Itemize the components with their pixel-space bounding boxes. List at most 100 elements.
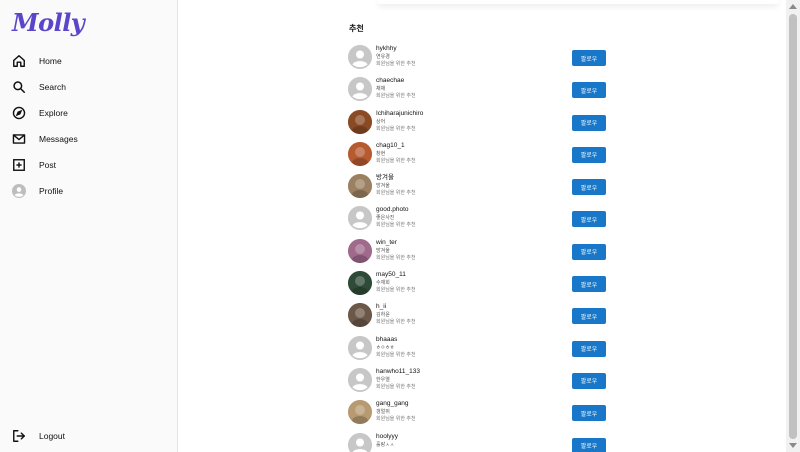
user-info: h_ii 김하윤 회원님을 위한 추천 bbox=[376, 303, 416, 326]
list-item: hykhhy 연유경 회원님을 위한 추천 팔로우 bbox=[348, 43, 608, 75]
avatar[interactable] bbox=[348, 367, 372, 392]
suggestion-reason: 회원님을 위한 추천 bbox=[376, 319, 416, 326]
avatar[interactable] bbox=[348, 77, 372, 102]
avatar[interactable] bbox=[348, 271, 372, 296]
display-name: 훌랑ㅅㅅ bbox=[376, 441, 395, 448]
username[interactable]: 방겨울 bbox=[376, 174, 416, 182]
sidebar: Molly Home Search Explore Messages Post … bbox=[0, 0, 178, 452]
list-item: bhaaas ㅎㅇㅎㅎ 회원님을 위한 추천 팔로우 bbox=[348, 334, 608, 366]
avatar[interactable] bbox=[348, 174, 372, 199]
sidebar-item-label: Search bbox=[39, 82, 66, 92]
sidebar-item-profile[interactable]: Profile bbox=[0, 178, 178, 204]
user-info: chag10_1 창현 회원님을 위한 추천 bbox=[376, 142, 416, 165]
list-item: chag10_1 창현 회원님을 위한 추천 팔로우 bbox=[348, 140, 608, 172]
plus-square-icon bbox=[12, 158, 26, 172]
username[interactable]: good.photo bbox=[376, 206, 416, 214]
follow-button[interactable]: 팔로우 bbox=[572, 437, 606, 452]
sidebar-item-messages[interactable]: Messages bbox=[0, 126, 178, 152]
list-item: Ichiharajunichiro 상어 회원님을 위한 추천 팔로우 bbox=[348, 108, 608, 140]
avatar[interactable] bbox=[348, 109, 372, 134]
follow-button[interactable]: 팔로우 bbox=[572, 82, 606, 99]
list-item: gang_gang 갱얼쥐 회원님을 위한 추천 팔로우 bbox=[348, 398, 608, 430]
list-item: hoolyyy 훌랑ㅅㅅ 팔로우 bbox=[348, 431, 608, 452]
suggestion-reason: 회원님을 위한 추천 bbox=[376, 222, 416, 229]
page-title: 추천 bbox=[349, 24, 364, 33]
follow-button[interactable]: 팔로우 bbox=[572, 243, 606, 260]
username[interactable]: chaechae bbox=[376, 77, 416, 85]
follow-button[interactable]: 팔로우 bbox=[572, 146, 606, 163]
sidebar-item-label: Logout bbox=[39, 431, 65, 441]
sidebar-nav: Home Search Explore Messages Post Profil… bbox=[0, 48, 178, 204]
scrollbar[interactable] bbox=[786, 0, 800, 452]
suggestion-reason: 회원님을 위한 추천 bbox=[376, 190, 416, 197]
avatar[interactable] bbox=[348, 141, 372, 166]
sidebar-item-search[interactable]: Search bbox=[0, 74, 178, 100]
compass-icon bbox=[12, 106, 26, 120]
display-name: 방겨울 bbox=[376, 247, 390, 254]
sidebar-item-label: Post bbox=[39, 160, 57, 170]
app-logo[interactable]: Molly bbox=[12, 8, 85, 37]
sidebar-item-logout[interactable]: Logout bbox=[0, 423, 178, 449]
suggestion-reason: 회원님을 위한 추천 bbox=[376, 125, 416, 132]
sidebar-item-label: Messages bbox=[39, 134, 78, 144]
avatar[interactable] bbox=[348, 45, 372, 69]
suggestion-reason: 회원님을 위한 추천 bbox=[376, 416, 416, 423]
username[interactable]: hanwho11_133 bbox=[376, 368, 420, 376]
avatar[interactable] bbox=[348, 432, 372, 452]
suggestion-reason: 회원님을 위한 추천 bbox=[376, 383, 416, 390]
follow-button[interactable]: 팔로우 bbox=[572, 211, 606, 228]
scrollbar-thumb[interactable] bbox=[789, 14, 797, 439]
list-item: may50_11 수재희 회원님을 위한 추천 팔로우 bbox=[348, 269, 608, 301]
scroll-up-arrow-icon[interactable] bbox=[789, 4, 797, 9]
list-item: good.photo 좋은사진 회원님을 위한 추천 팔로우 bbox=[348, 204, 608, 236]
top-shadow bbox=[378, 0, 778, 4]
username[interactable]: win_ter bbox=[376, 239, 416, 247]
username[interactable]: hoolyyy bbox=[376, 433, 398, 441]
follow-button[interactable]: 팔로우 bbox=[572, 179, 606, 196]
suggestion-reason: 회원님을 위한 추천 bbox=[376, 61, 416, 67]
follow-button[interactable]: 팔로우 bbox=[572, 50, 606, 66]
suggestion-reason: 회원님을 위한 추천 bbox=[376, 157, 416, 164]
display-name: 한우열 bbox=[376, 376, 390, 383]
suggestion-reason: 회원님을 위한 추천 bbox=[376, 254, 416, 261]
user-info: good.photo 좋은사진 회원님을 위한 추천 bbox=[376, 206, 416, 229]
username[interactable]: may50_11 bbox=[376, 271, 416, 279]
avatar[interactable] bbox=[348, 206, 372, 231]
suggestion-reason: 회원님을 위한 추천 bbox=[376, 287, 416, 294]
suggestion-reason: 회원님을 위한 추천 bbox=[376, 351, 416, 358]
sidebar-item-label: Home bbox=[39, 56, 62, 66]
follow-button[interactable]: 팔로우 bbox=[572, 276, 606, 293]
username[interactable]: bhaaas bbox=[376, 336, 416, 344]
display-name: 연유경 bbox=[376, 54, 390, 60]
profile-avatar-icon bbox=[12, 184, 26, 198]
user-info: hanwho11_133 한우열 회원님을 위한 추천 bbox=[376, 368, 420, 391]
follow-button[interactable]: 팔로우 bbox=[572, 114, 606, 131]
follow-button[interactable]: 팔로우 bbox=[572, 372, 606, 389]
suggestion-list: hykhhy 연유경 회원님을 위한 추천 팔로우 chaechae 채채 회원님을 위한 … bbox=[348, 43, 608, 452]
avatar[interactable] bbox=[348, 303, 372, 328]
username[interactable]: h_ii bbox=[376, 303, 416, 311]
sidebar-item-home[interactable]: Home bbox=[0, 48, 178, 74]
username[interactable]: hykhhy bbox=[376, 45, 416, 53]
follow-button[interactable]: 팔로우 bbox=[572, 308, 606, 325]
display-name: ㅎㅇㅎㅎ bbox=[376, 344, 395, 351]
user-info: hykhhy 연유경 회원님을 위한 추천 bbox=[376, 45, 416, 68]
follow-button[interactable]: 팔로우 bbox=[572, 340, 606, 357]
username[interactable]: chag10_1 bbox=[376, 142, 416, 150]
sidebar-item-explore[interactable]: Explore bbox=[0, 100, 178, 126]
follow-button[interactable]: 팔로우 bbox=[572, 405, 606, 422]
user-info: Ichiharajunichiro 상어 회원님을 위한 추천 bbox=[376, 110, 423, 133]
avatar[interactable] bbox=[348, 400, 372, 425]
username[interactable]: gang_gang bbox=[376, 400, 416, 408]
username[interactable]: Ichiharajunichiro bbox=[376, 110, 423, 118]
list-item: chaechae 채채 회원님을 위한 추천 팔로우 bbox=[348, 75, 608, 107]
scroll-down-arrow-icon[interactable] bbox=[789, 443, 797, 448]
list-item: win_ter 방겨울 회원님을 위한 추천 팔로우 bbox=[348, 237, 608, 269]
main-content: 추천 hykhhy 연유경 회원님을 위한 추천 팔로우 chaechae 채채 회원님을 … bbox=[178, 0, 786, 452]
sidebar-item-label: Profile bbox=[39, 186, 64, 196]
sidebar-item-post[interactable]: Post bbox=[0, 152, 178, 178]
list-item: 방겨울 방겨울 회원님을 위한 추천 팔로우 bbox=[348, 172, 608, 204]
avatar[interactable] bbox=[348, 335, 372, 360]
user-info: win_ter 방겨울 회원님을 위한 추천 bbox=[376, 239, 416, 262]
avatar[interactable] bbox=[348, 238, 372, 263]
